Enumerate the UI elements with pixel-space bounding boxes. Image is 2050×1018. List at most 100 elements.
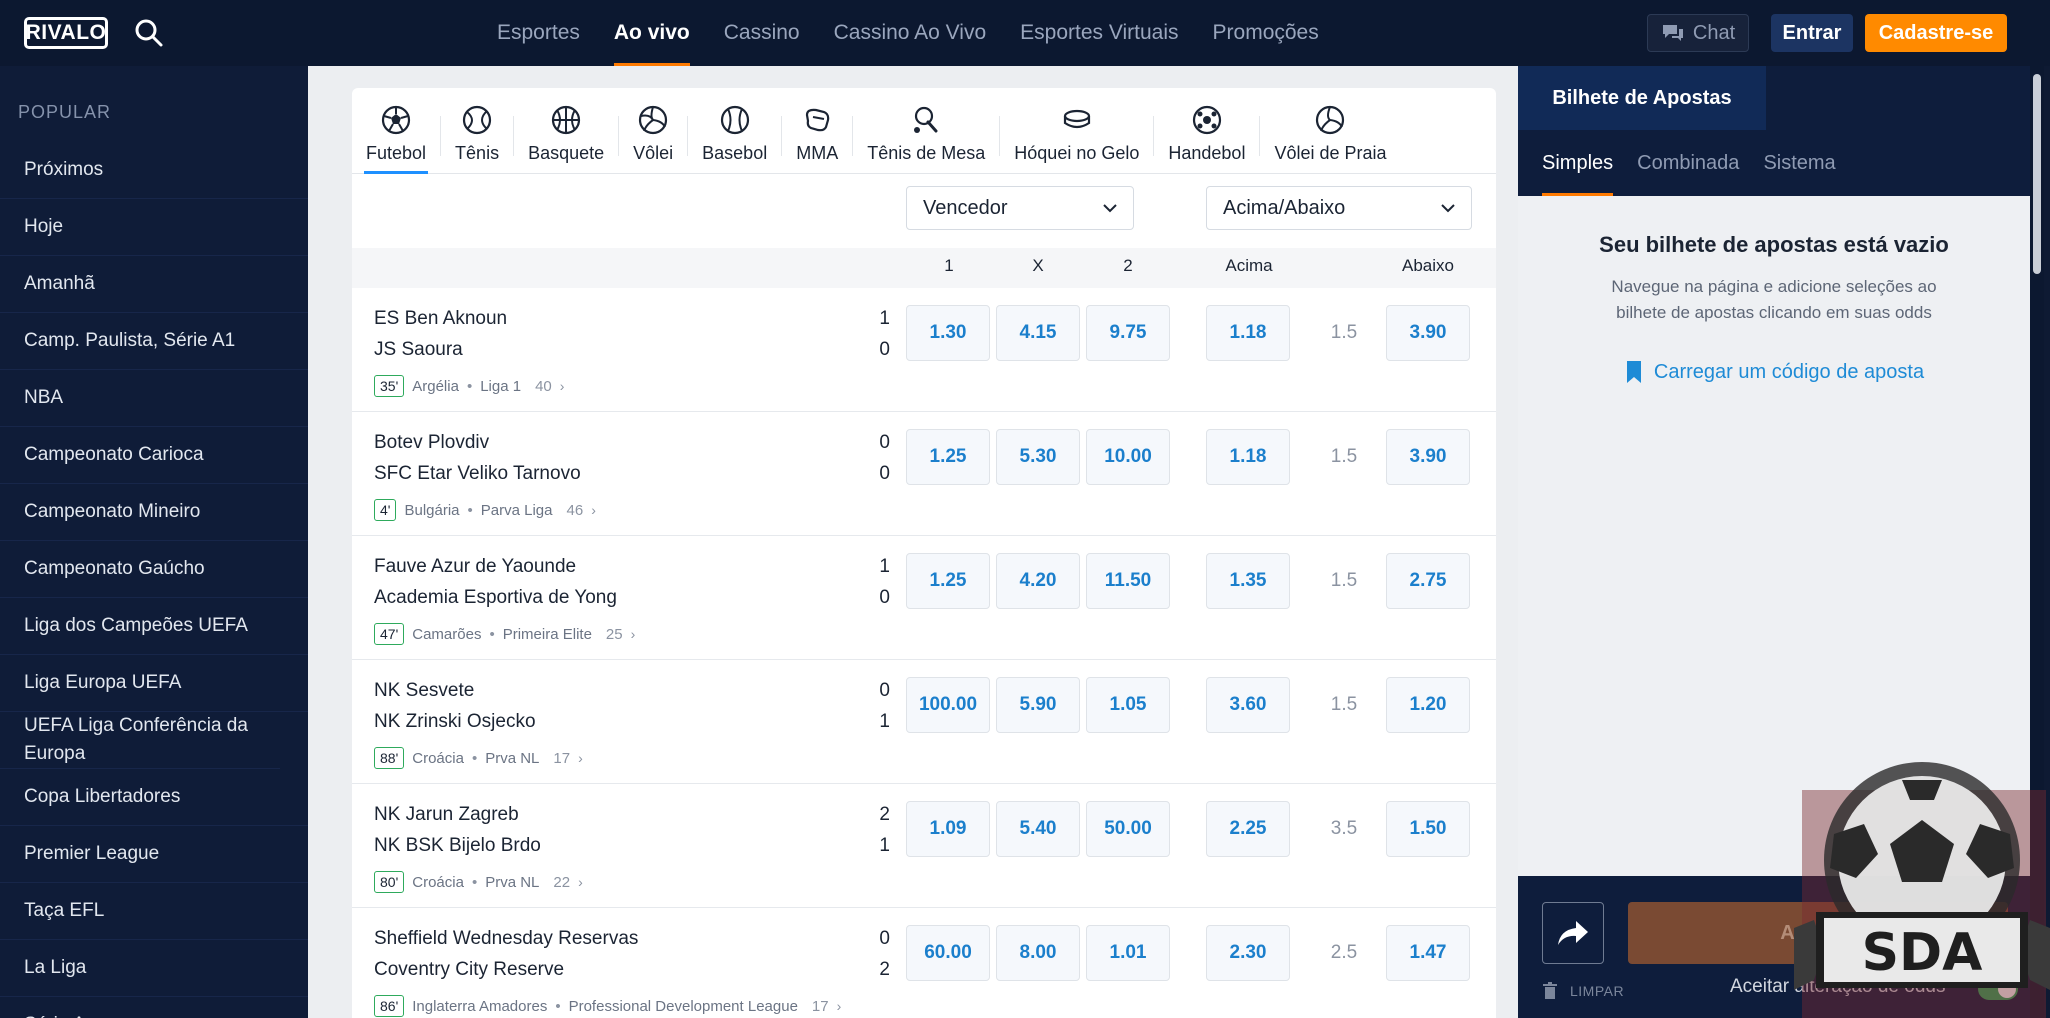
nav-promocoes[interactable]: Promoções xyxy=(1196,0,1336,66)
odd-over[interactable]: 1.18 xyxy=(1206,429,1290,485)
odd-home[interactable]: 60.00 xyxy=(906,925,990,981)
tab-simples[interactable]: Simples xyxy=(1542,130,1614,196)
odd-draw[interactable]: 4.20 xyxy=(996,553,1080,609)
sidebar-item[interactable]: Hoje xyxy=(0,199,308,256)
odd-over[interactable]: 1.18 xyxy=(1206,305,1290,361)
away-team[interactable]: NK BSK Bijelo Brdo xyxy=(374,835,541,857)
market-count[interactable]: 17 xyxy=(553,750,570,767)
chevron-right-icon[interactable]: › xyxy=(560,378,565,394)
home-team[interactable]: Fauve Azur de Yaounde xyxy=(374,556,576,578)
home-team[interactable]: NK Sesvete xyxy=(374,680,474,702)
nav-ao-vivo[interactable]: Ao vivo xyxy=(597,0,707,66)
odd-home[interactable]: 1.09 xyxy=(906,801,990,857)
sidebar-item[interactable]: Campeonato Gaúcho xyxy=(0,541,308,598)
odd-under[interactable]: 1.20 xyxy=(1386,677,1470,733)
market-count[interactable]: 22 xyxy=(553,874,570,891)
away-team[interactable]: JS Saoura xyxy=(374,339,463,361)
odd-draw[interactable]: 5.40 xyxy=(996,801,1080,857)
sidebar-item[interactable]: Amanhã xyxy=(0,256,308,313)
away-team[interactable]: NK Zrinski Osjecko xyxy=(374,711,536,733)
tab-mma[interactable]: MMA xyxy=(782,88,852,174)
tab-futebol[interactable]: Futebol xyxy=(352,88,440,174)
chevron-right-icon[interactable]: › xyxy=(631,626,636,642)
sidebar-item[interactable]: Premier League xyxy=(0,826,308,883)
chat-button[interactable]: Chat xyxy=(1647,14,1749,52)
odd-draw[interactable]: 4.15 xyxy=(996,305,1080,361)
sidebar-item[interactable]: La Liga xyxy=(0,940,308,997)
chevron-right-icon[interactable]: › xyxy=(578,750,583,766)
odd-away[interactable]: 9.75 xyxy=(1086,305,1170,361)
sidebar-item[interactable]: Próximos xyxy=(0,142,308,199)
nav-cassino[interactable]: Cassino xyxy=(707,0,817,66)
market-select-winner[interactable]: Vencedor xyxy=(906,186,1134,230)
search-icon[interactable] xyxy=(134,18,164,48)
odd-under[interactable]: 3.90 xyxy=(1386,305,1470,361)
odd-under[interactable]: 1.47 xyxy=(1386,925,1470,981)
nav-esportes-virtuais[interactable]: Esportes Virtuais xyxy=(1003,0,1195,66)
sidebar-item[interactable]: Série A xyxy=(0,997,308,1018)
tab-handebol[interactable]: Handebol xyxy=(1154,88,1259,174)
odd-away[interactable]: 50.00 xyxy=(1086,801,1170,857)
market-count[interactable]: 40 xyxy=(535,378,552,395)
odd-home[interactable]: 100.00 xyxy=(906,677,990,733)
signup-button[interactable]: Cadastre-se xyxy=(1865,14,2007,52)
odd-under[interactable]: 3.90 xyxy=(1386,429,1470,485)
sidebar-item[interactable]: Taça EFL xyxy=(0,883,308,940)
chevron-right-icon[interactable]: › xyxy=(591,502,596,518)
odd-draw[interactable]: 5.30 xyxy=(996,429,1080,485)
tab-hoquei-no-gelo[interactable]: Hóquei no Gelo xyxy=(1000,88,1153,174)
odd-away[interactable]: 1.01 xyxy=(1086,925,1170,981)
rivalo-logo[interactable]: RIVALO xyxy=(24,17,108,49)
login-button[interactable]: Entrar xyxy=(1771,14,1853,52)
market-count[interactable]: 25 xyxy=(606,626,623,643)
away-team[interactable]: Coventry City Reserve xyxy=(374,959,564,981)
home-team[interactable]: Sheffield Wednesday Reservas xyxy=(374,928,638,950)
market-select-over-under[interactable]: Acima/Abaixo xyxy=(1206,186,1472,230)
tab-combinada[interactable]: Combinada xyxy=(1637,130,1739,196)
odd-under[interactable]: 2.75 xyxy=(1386,553,1470,609)
sidebar-item[interactable]: Camp. Paulista, Série A1 xyxy=(0,313,308,370)
odd-over[interactable]: 2.25 xyxy=(1206,801,1290,857)
home-team[interactable]: NK Jarun Zagreb xyxy=(374,804,519,826)
sidebar-item[interactable]: Campeonato Carioca xyxy=(0,427,308,484)
market-count[interactable]: 17 xyxy=(812,998,829,1015)
odd-away[interactable]: 1.05 xyxy=(1086,677,1170,733)
sidebar-item[interactable]: Copa Libertadores xyxy=(0,769,308,826)
sidebar-item[interactable]: Liga dos Campeões UEFA xyxy=(0,598,308,655)
odd-over[interactable]: 3.60 xyxy=(1206,677,1290,733)
tab-basebol[interactable]: Basebol xyxy=(688,88,781,174)
odd-draw[interactable]: 5.90 xyxy=(996,677,1080,733)
share-button[interactable] xyxy=(1542,902,1604,964)
home-team[interactable]: Botev Plovdiv xyxy=(374,432,489,454)
odd-draw[interactable]: 8.00 xyxy=(996,925,1080,981)
sidebar-item[interactable]: Liga Europa UEFA xyxy=(0,655,308,712)
tab-basquete[interactable]: Basquete xyxy=(514,88,618,174)
odd-over[interactable]: 1.35 xyxy=(1206,553,1290,609)
away-team[interactable]: Academia Esportiva de Yong xyxy=(374,587,617,609)
nav-cassino-ao-vivo[interactable]: Cassino Ao Vivo xyxy=(817,0,1004,66)
tab-tenis-de-mesa[interactable]: Tênis de Mesa xyxy=(853,88,999,174)
sidebar-item[interactable]: Campeonato Mineiro xyxy=(0,484,308,541)
tab-volei-de-praia[interactable]: Vôlei de Praia xyxy=(1260,88,1400,174)
odd-home[interactable]: 1.25 xyxy=(906,429,990,485)
odd-home[interactable]: 1.25 xyxy=(906,553,990,609)
sidebar-item[interactable]: UEFA Liga Conferência da Europa xyxy=(0,712,280,769)
odd-away[interactable]: 10.00 xyxy=(1086,429,1170,485)
home-team[interactable]: ES Ben Aknoun xyxy=(374,308,507,330)
chevron-right-icon[interactable]: › xyxy=(837,998,842,1014)
nav-esportes[interactable]: Esportes xyxy=(480,0,597,66)
tab-tenis[interactable]: Tênis xyxy=(441,88,513,174)
away-team[interactable]: SFC Etar Veliko Tarnovo xyxy=(374,463,581,485)
odd-away[interactable]: 11.50 xyxy=(1086,553,1170,609)
odd-over[interactable]: 2.30 xyxy=(1206,925,1290,981)
tab-sistema[interactable]: Sistema xyxy=(1763,130,1835,196)
market-count[interactable]: 46 xyxy=(567,502,584,519)
chevron-right-icon[interactable]: › xyxy=(578,874,583,890)
sidebar-item[interactable]: NBA xyxy=(0,370,308,427)
odd-under[interactable]: 1.50 xyxy=(1386,801,1470,857)
odd-home[interactable]: 1.30 xyxy=(906,305,990,361)
tab-volei[interactable]: Vôlei xyxy=(619,88,687,174)
scrollbar-thumb[interactable] xyxy=(2033,74,2041,274)
load-bet-code-link[interactable]: Carregar um código de aposta xyxy=(1518,360,2030,384)
bet-slip-title[interactable]: Bilhete de Apostas xyxy=(1518,66,1766,130)
